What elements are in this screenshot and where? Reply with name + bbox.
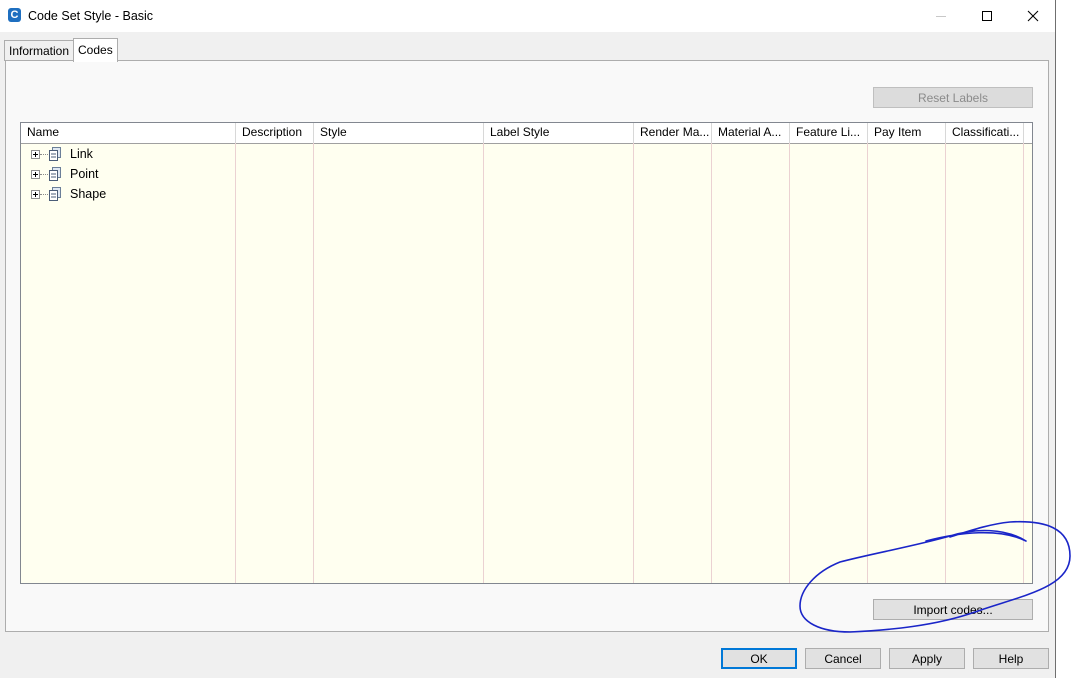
column-divider — [235, 143, 236, 583]
column-divider — [483, 143, 484, 583]
title-bar[interactable]: C Code Set Style - Basic — [0, 0, 1055, 32]
code-set-style-dialog: C Code Set Style - Basic Information Cod… — [0, 0, 1056, 678]
column-divider — [633, 143, 634, 583]
tree-connector — [40, 174, 48, 175]
plus-expander-icon[interactable] — [31, 150, 40, 159]
cancel-button[interactable]: Cancel — [805, 648, 881, 669]
maximize-icon — [982, 11, 992, 21]
column-divider — [945, 143, 946, 583]
document-stack-icon — [49, 147, 61, 161]
column-header-description[interactable]: Description — [236, 123, 314, 143]
column-header-material-area[interactable]: Material A... — [712, 123, 790, 143]
reset-labels-button[interactable]: Reset Labels — [873, 87, 1033, 108]
close-icon — [1027, 10, 1039, 22]
tree-node-label: Point — [70, 167, 99, 181]
maximize-button[interactable] — [964, 0, 1010, 32]
column-divider — [789, 143, 790, 583]
column-header-render-material[interactable]: Render Ma... — [634, 123, 712, 143]
column-divider — [867, 143, 868, 583]
minimize-icon — [936, 16, 946, 17]
app-icon: C — [8, 8, 21, 22]
document-stack-icon — [49, 167, 61, 181]
codes-grid[interactable]: Name Description Style Label Style Rende… — [20, 122, 1033, 584]
tree-row-shape[interactable]: Shape — [21, 184, 235, 204]
plus-expander-icon[interactable] — [31, 190, 40, 199]
apply-button[interactable]: Apply — [889, 648, 965, 669]
column-divider — [1023, 143, 1024, 583]
column-divider — [711, 143, 712, 583]
column-divider — [313, 143, 314, 583]
column-header-pay-item[interactable]: Pay Item — [868, 123, 946, 143]
column-header-classification[interactable]: Classificati... — [946, 123, 1024, 143]
tree-node-label: Link — [70, 147, 93, 161]
column-header-style[interactable]: Style — [314, 123, 484, 143]
minimize-button[interactable] — [918, 0, 964, 32]
tree-connector — [40, 154, 48, 155]
column-header-feature-line[interactable]: Feature Li... — [790, 123, 868, 143]
document-stack-icon — [49, 187, 61, 201]
column-header-name[interactable]: Name — [21, 123, 236, 143]
tab-information[interactable]: Information — [4, 40, 75, 61]
tree-node-label: Shape — [70, 187, 107, 201]
tab-codes[interactable]: Codes — [73, 38, 118, 62]
tree-row-link[interactable]: Link — [21, 144, 235, 164]
tree-connector — [40, 194, 48, 195]
tree-row-point[interactable]: Point — [21, 164, 235, 184]
import-codes-button[interactable]: Import codes... — [873, 599, 1033, 620]
grid-header: Name Description Style Label Style Rende… — [21, 123, 1032, 144]
help-button[interactable]: Help — [973, 648, 1049, 669]
close-button[interactable] — [1010, 0, 1056, 32]
ok-button[interactable]: OK — [721, 648, 797, 669]
window-title: Code Set Style - Basic — [28, 9, 154, 23]
plus-expander-icon[interactable] — [31, 170, 40, 179]
column-header-label-style[interactable]: Label Style — [484, 123, 634, 143]
